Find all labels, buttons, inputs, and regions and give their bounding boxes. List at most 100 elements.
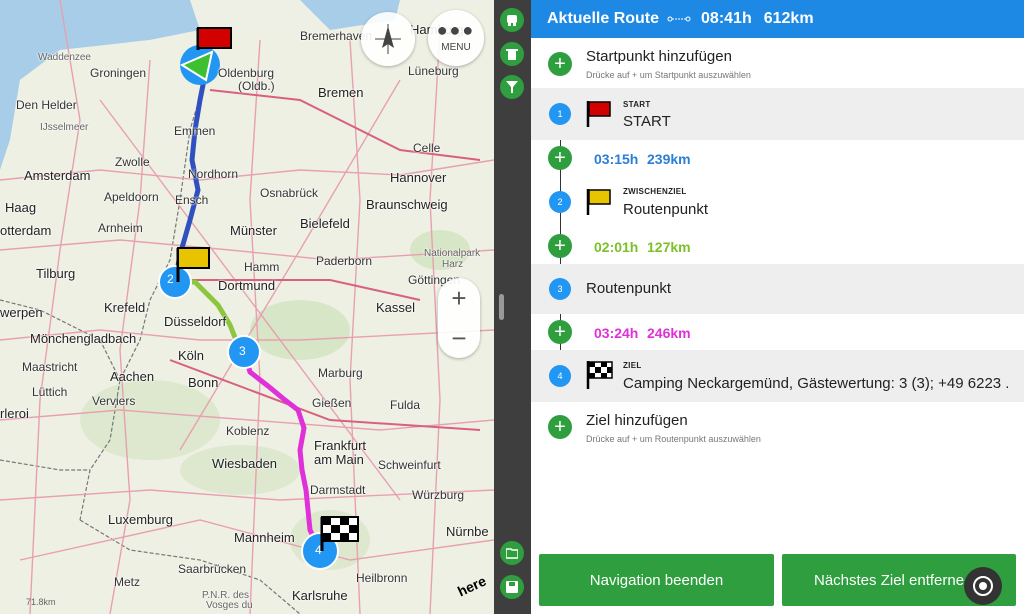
add-destination-row[interactable]: + Ziel hinzufügen Drücke auf + um Routen… (531, 402, 1024, 452)
city-label: Lüttich (32, 385, 68, 399)
delete-route-button[interactable] (500, 42, 524, 66)
city-label: Amsterdam (24, 168, 91, 183)
add-start-row[interactable]: + Startpunkt hinzufügen Drücke auf + um … (531, 38, 1024, 88)
yellow-flag-icon (586, 189, 611, 215)
route-marker-2[interactable]: 2 (167, 272, 174, 286)
city-label: Darmstadt (310, 483, 366, 497)
city-label: Hannover (390, 170, 447, 185)
city-label: Bremen (318, 85, 364, 100)
city-label: Münster (230, 223, 277, 238)
add-start-hint: Drücke auf + um Startpunkt auszuwählen (586, 70, 751, 80)
city-label: Lüneburg (408, 64, 459, 78)
vehicle-button[interactable] (500, 8, 524, 32)
point-number-4: 4 (549, 365, 571, 387)
route-total-distance: 612km (763, 10, 814, 27)
save-icon (506, 581, 518, 593)
city-label: Frankfurt (314, 438, 367, 453)
menu-label: MENU (441, 41, 471, 53)
trash-icon (506, 49, 518, 60)
city-label: Kassel (376, 300, 416, 315)
city-label: Marburg (318, 366, 363, 380)
city-label: Koblenz (226, 424, 270, 438)
open-route-button[interactable] (500, 541, 524, 565)
zoom-out-button[interactable]: − (438, 318, 480, 358)
point-caption-4: ZIEL (623, 361, 642, 370)
leg-1-time: 03:15h (594, 151, 639, 167)
city-label: Fulda (390, 398, 421, 412)
route-distance-icon (667, 16, 691, 22)
city-label: Ensch (175, 193, 209, 207)
city-label: Groningen (90, 66, 147, 80)
city-label: Schweinfurt (378, 458, 441, 472)
route-panel: Aktuelle Route 08:41h 612km + Startpunkt… (531, 0, 1024, 614)
city-label: Karlsruhe (292, 588, 348, 603)
more-dots-icon: ●●● (436, 19, 476, 40)
route-point-3[interactable]: 3 Routenpunkt (531, 264, 1024, 314)
city-label: Tilburg (36, 266, 76, 281)
red-flag-icon (586, 101, 611, 127)
city-label: am Main (314, 452, 364, 467)
point-name-2: Routenpunkt (623, 201, 709, 218)
compass-button[interactable] (361, 12, 415, 66)
city-label: Nordhorn (188, 167, 239, 181)
city-label: otterdam (0, 223, 52, 238)
city-label: Mannheim (234, 530, 295, 545)
insert-point-icon-2[interactable]: + (548, 234, 572, 258)
route-leg-2: + 02:01h 127km (531, 228, 1024, 264)
car-icon (507, 15, 517, 26)
route-title: Aktuelle Route (547, 10, 660, 27)
city-label: Apeldoorn (104, 190, 159, 204)
leg-2-distance: 127km (647, 239, 691, 255)
city-label: rleroi (0, 406, 29, 421)
city-label: Wiesbaden (212, 456, 278, 471)
zoom-control: + − (438, 278, 480, 358)
city-label: Nürnbe (446, 524, 489, 539)
city-label: (Oldb.) (238, 79, 275, 93)
filter-button[interactable] (500, 75, 524, 99)
side-toolbar (494, 0, 531, 614)
insert-point-icon-1[interactable]: + (548, 146, 572, 170)
route-point-start[interactable]: 1 START START (531, 88, 1024, 140)
save-route-button[interactable] (500, 575, 524, 599)
insert-point-icon-3[interactable]: + (548, 320, 572, 344)
city-label: Hamm (244, 260, 280, 274)
add-start-icon[interactable]: + (548, 52, 572, 76)
city-label: Celle (413, 141, 441, 155)
zoom-in-button[interactable]: + (438, 278, 480, 318)
camera-button[interactable] (964, 567, 1002, 605)
add-destination-icon[interactable]: + (548, 415, 572, 439)
city-label: Bonn (188, 375, 219, 390)
route-point-2[interactable]: 2 ZWISCHENZIEL Routenpunkt (531, 176, 1024, 228)
route-marker-3[interactable]: 3 (239, 344, 246, 358)
point-name-1: START (623, 113, 671, 130)
city-label: Heilbronn (356, 571, 408, 585)
point-number-2: 2 (549, 191, 571, 213)
city-label: Zwolle (115, 155, 150, 169)
city-label: Waddenzee (38, 52, 91, 63)
leg-3-distance: 246km (647, 325, 691, 341)
filter-icon (506, 81, 518, 93)
leg-2-time: 02:01h (594, 239, 639, 255)
city-label: Dortmund (218, 278, 276, 293)
city-label: Paderborn (316, 254, 373, 268)
city-label: Würzburg (412, 488, 465, 502)
city-label: Den Helder (16, 98, 77, 112)
city-label: Luxemburg (108, 512, 174, 527)
point-caption-2: ZWISCHENZIEL (623, 187, 687, 196)
city-label: Köln (178, 348, 205, 363)
point-name-4: Camping Neckargemünd, Gästewertung: 3 (3… (623, 375, 1008, 392)
checkered-flag-icon (586, 361, 613, 389)
route-marker-4[interactable]: 4 (315, 543, 322, 557)
route-point-destination[interactable]: 4 ZIEL Camping Neckargemünd, Gästewertun… (531, 350, 1024, 402)
end-navigation-button[interactable]: Navigation beenden (539, 554, 774, 606)
map-view[interactable]: Waddenzee Groningen Oldenburg (Oldb.) Bremer… (0, 0, 494, 614)
city-label: werpen (0, 305, 43, 320)
add-destination-hint: Drücke auf + um Routenpunkt auszuwählen (586, 434, 761, 444)
city-label: Saarbrücken (178, 562, 247, 576)
city-label: Harz (442, 259, 464, 270)
point-number-1: 1 (549, 103, 571, 125)
city-label: Nationalpark (424, 248, 481, 259)
route-total-time: 08:41h (701, 10, 752, 27)
panel-resize-handle[interactable] (499, 294, 504, 320)
menu-button[interactable]: ●●● MENU (428, 10, 484, 66)
